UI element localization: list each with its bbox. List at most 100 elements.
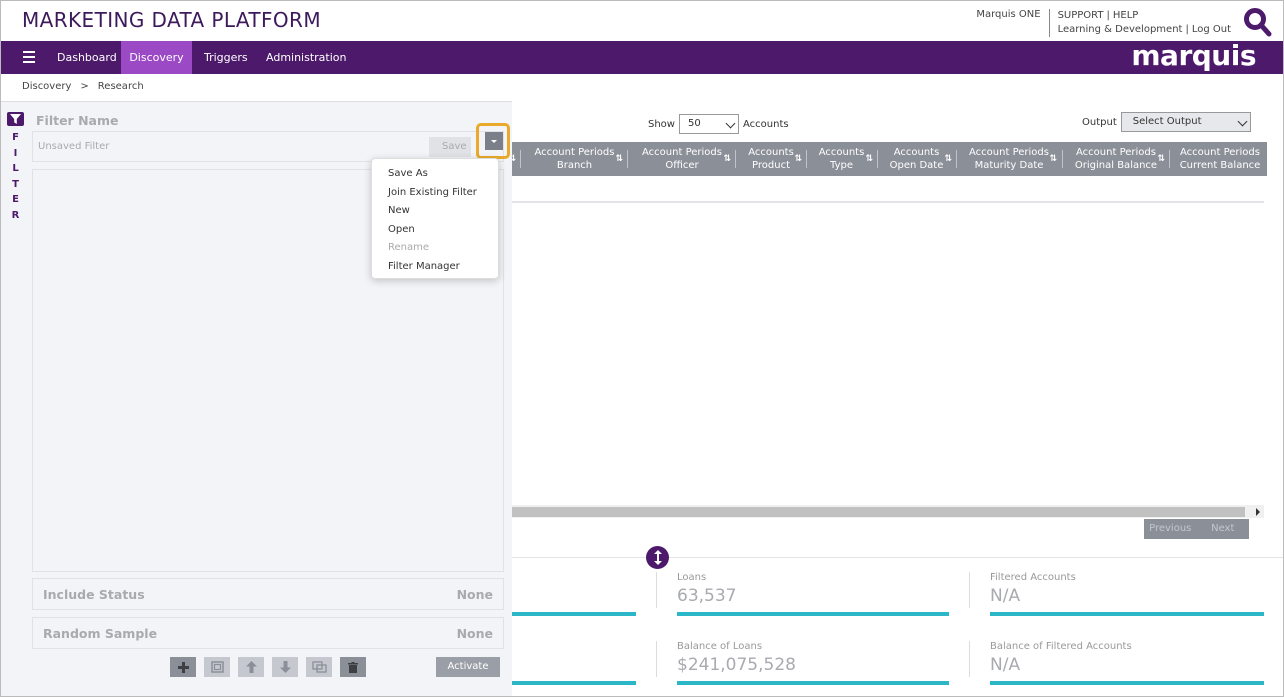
filter-name-label: Filter Name xyxy=(36,113,119,128)
previous-button[interactable]: Previous xyxy=(1144,519,1197,539)
learning-link[interactable]: Learning & Development xyxy=(1058,24,1183,35)
arrow-up-icon[interactable] xyxy=(238,657,264,677)
group-icon[interactable] xyxy=(204,657,230,677)
sort-icon[interactable]: ⇅ xyxy=(865,153,873,166)
stat-divider xyxy=(656,641,657,677)
column-header[interactable]: Accounts Open Date ⇅ xyxy=(877,142,956,176)
column-header[interactable]: Account Periods Branch ⇅ xyxy=(522,142,627,176)
marquis-one-link[interactable]: Marquis ONE xyxy=(976,9,1050,37)
column-header[interactable]: Account Periods Original Balance ⇅ xyxy=(1063,142,1169,176)
breadcrumb-research: Research xyxy=(97,81,144,92)
column-header[interactable]: Account Periods Current Balance xyxy=(1170,142,1267,176)
breadcrumb-separator: > xyxy=(80,81,89,92)
sort-icon[interactable]: ⇅ xyxy=(794,153,802,166)
scroll-right-icon[interactable] xyxy=(1256,508,1260,516)
marquis-q-logo-icon[interactable] xyxy=(1243,7,1273,37)
page-size-select[interactable]: 50 xyxy=(678,114,739,134)
stat-bar xyxy=(512,681,636,685)
stat-balance-of-filtered-accounts: Balance of Filtered Accounts N/A xyxy=(990,641,1132,675)
output-select-value: Select Output xyxy=(1132,116,1202,127)
stat-label: Loans xyxy=(677,572,707,583)
nav-triggers[interactable]: Triggers xyxy=(191,41,261,74)
random-sample-value: None xyxy=(456,626,493,641)
menu-new[interactable]: New xyxy=(372,202,498,221)
include-status-row[interactable]: Include Status None xyxy=(32,578,504,610)
column-header[interactable]: Account Periods Officer ⇅ xyxy=(629,142,735,176)
menu-join-existing-filter[interactable]: Join Existing Filter xyxy=(372,184,498,203)
filter-options-dropdown-button[interactable] xyxy=(476,123,510,159)
stat-label: Balance of Filtered Accounts xyxy=(990,641,1132,652)
link-separator: | xyxy=(1106,10,1110,21)
link-separator: | xyxy=(1185,24,1189,35)
nav-discovery[interactable]: Discovery xyxy=(121,41,192,74)
stat-bar xyxy=(512,612,636,616)
app-title: MARKETING DATA PLATFORM xyxy=(22,8,322,32)
breadcrumb-discovery[interactable]: Discovery xyxy=(22,81,71,92)
help-link[interactable]: HELP xyxy=(1113,10,1138,21)
nav-dashboard[interactable]: Dashboard xyxy=(44,41,130,74)
show-label: Show xyxy=(648,118,675,130)
sort-icon[interactable]: ⇅ xyxy=(615,153,623,166)
output-select[interactable]: Select Output xyxy=(1120,112,1251,132)
stat-divider xyxy=(969,641,970,677)
random-sample-row[interactable]: Random Sample None xyxy=(32,617,504,649)
scrollbar-thumb[interactable] xyxy=(512,507,1245,517)
next-button[interactable]: Next xyxy=(1197,519,1250,539)
sort-icon[interactable]: ⇅ xyxy=(944,153,952,166)
menu-open[interactable]: Open xyxy=(372,221,498,240)
stat-value: 63,537 xyxy=(677,586,737,606)
column-header[interactable]: Accounts Type ⇅ xyxy=(806,142,877,176)
stat-label: Filtered Accounts xyxy=(990,572,1076,583)
filter-side-tab[interactable]: F I L T E R xyxy=(7,112,25,223)
include-status-value: None xyxy=(456,587,493,602)
include-status-label: Include Status xyxy=(43,587,145,602)
column-header[interactable]: Account Periods Maturity Date ⇅ xyxy=(957,142,1061,176)
brand-logo: marquis xyxy=(1131,39,1256,72)
plus-icon[interactable] xyxy=(170,657,196,677)
stat-value: N/A xyxy=(990,655,1021,675)
menu-save-as[interactable]: Save As xyxy=(372,165,498,184)
save-button[interactable]: Save xyxy=(429,137,471,157)
results-panel: Show 50 Accounts Output Select Output ⇅ … xyxy=(512,101,1283,696)
caret-down-icon xyxy=(485,132,503,150)
support-link[interactable]: SUPPORT xyxy=(1058,10,1104,21)
grid-body-divider xyxy=(512,201,1264,203)
chevron-down-icon xyxy=(1237,116,1248,127)
top-header: MARKETING DATA PLATFORM Marquis ONE SUPP… xyxy=(1,1,1283,41)
accounts-label: Accounts xyxy=(742,118,789,130)
hamburger-menu-icon[interactable] xyxy=(23,51,35,63)
menu-rename: Rename xyxy=(388,242,430,254)
filter-tab-label: F I L T E R xyxy=(11,132,20,221)
sort-icon[interactable]: ⇅ xyxy=(1049,153,1057,166)
summary-divider xyxy=(512,557,1283,558)
sort-icon[interactable]: ⇅ xyxy=(723,153,731,166)
top-links: Marquis ONE SUPPORT | HELP Learning & Deve… xyxy=(976,9,1231,37)
page-size-value: 50 xyxy=(687,118,701,129)
stat-divider xyxy=(969,572,970,608)
support-links: SUPPORT | HELP Learning & Development | Log … xyxy=(1050,9,1231,37)
stat-loans: Loans 63,537 xyxy=(677,572,736,606)
column-header[interactable]: Accounts Product ⇅ xyxy=(736,142,806,176)
stat-value: N/A xyxy=(990,586,1021,606)
stat-filtered-accounts: Filtered Accounts N/A xyxy=(990,572,1076,606)
funnel-icon xyxy=(7,112,24,126)
grid-header: ⇅ Account PeriodsBranch ⇅ Account Period… xyxy=(512,142,1267,176)
resize-handle-icon[interactable] xyxy=(646,546,669,569)
ungroup-icon[interactable] xyxy=(306,657,332,677)
nav-administration[interactable]: Administration xyxy=(253,41,360,74)
menu-filter-manager[interactable]: Filter Manager xyxy=(372,258,498,277)
stat-bar xyxy=(677,681,949,685)
random-sample-label: Random Sample xyxy=(43,626,158,641)
activate-button[interactable]: Activate xyxy=(436,657,500,677)
chevron-down-icon xyxy=(725,118,736,129)
breadcrumb: Discovery > Research xyxy=(22,81,144,92)
filter-name-input[interactable]: Unsaved Filter xyxy=(38,141,109,152)
main-nav: Dashboard Discovery Triggers Administrat… xyxy=(1,41,1283,74)
column-sort-icon[interactable]: ⇅ xyxy=(512,142,516,176)
horizontal-scrollbar[interactable] xyxy=(512,505,1264,518)
sort-icon[interactable]: ⇅ xyxy=(1157,153,1165,166)
trash-icon[interactable] xyxy=(340,657,366,677)
logout-link[interactable]: Log Out xyxy=(1192,24,1231,35)
arrow-down-icon[interactable] xyxy=(272,657,298,677)
app-window: MARKETING DATA PLATFORM Marquis ONE SUPP… xyxy=(0,0,1284,697)
